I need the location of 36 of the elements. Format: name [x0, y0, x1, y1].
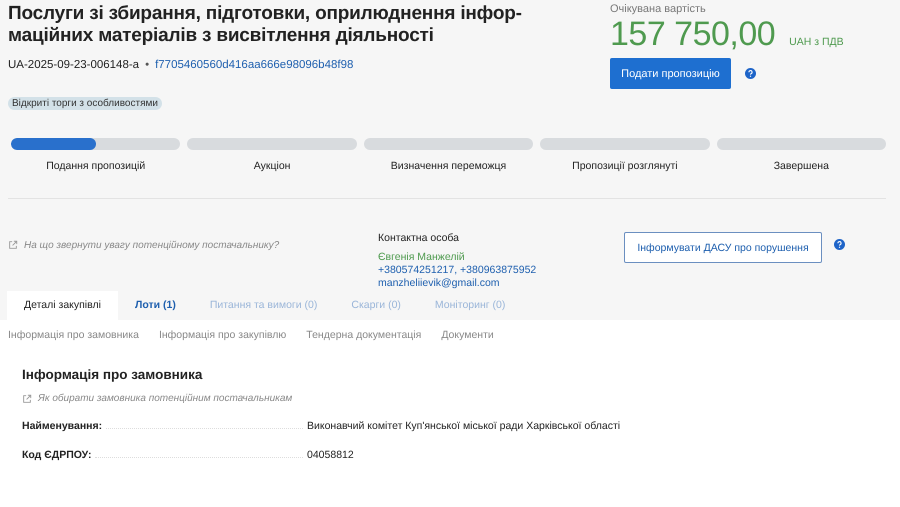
field-label: Код ЄДРПОУ:: [22, 449, 92, 461]
external-link-icon: [8, 240, 18, 250]
contact-heading: Контактна особа: [378, 232, 460, 245]
separator-dot: •: [145, 59, 150, 71]
customer-hint-link[interactable]: Як обирати замовника потенційним постачальникам: [38, 393, 292, 404]
hash-link[interactable]: f7705460560d416aa666e98096b48f98: [155, 59, 354, 71]
tender-title: Послуги зі збирання, підготовки, оприлюднення інфор- маційних матеріалів з висвітлення діяльності: [8, 3, 523, 47]
expected-amount: 157 750,00: [610, 15, 776, 54]
subnav-link[interactable]: Документи: [441, 329, 494, 341]
currency-label: UAH з ПДВ: [789, 36, 844, 48]
report-button[interactable]: Інформувати ДАСУ про порушення: [624, 232, 822, 263]
field-value: 04058812: [307, 449, 354, 461]
subnav-link[interactable]: Тендерна документація: [306, 329, 422, 341]
field-label: Найменування:: [22, 420, 102, 432]
subnav-link[interactable]: Інформація про закупівлю: [158, 329, 286, 341]
help-icon[interactable]: [745, 68, 756, 79]
contact-email[interactable]: manzheliievik@gmail.com: [378, 277, 624, 290]
tender-id: UA-2025-09-23-006148-a: [8, 59, 140, 71]
stage-label: Пропозиції розглянуті: [571, 160, 679, 172]
field-value: Виконавчий комітет Куп'янської міської ради Харківської області: [307, 420, 620, 432]
supplier-hint-link[interactable]: На що звернути увагу потенційному постачальнику?: [24, 240, 280, 250]
stage-label: Подання пропозицій: [45, 160, 146, 172]
contact-phones[interactable]: +380574251217, +380963875952: [378, 264, 624, 277]
tab[interactable]: Лоти (1): [118, 291, 193, 320]
stage-label: Завершена: [772, 160, 830, 172]
tab[interactable]: Деталі закупівлі: [7, 291, 118, 320]
submit-bid-button[interactable]: Подати пропозицію: [610, 58, 731, 89]
subnav-link[interactable]: Інформація про замовника: [8, 329, 139, 341]
contact-name: Євгенія Манжелій: [378, 251, 466, 264]
section-title: Інформація про замовника: [22, 367, 204, 382]
stage-label: Аукціон: [252, 160, 292, 172]
help-icon[interactable]: [834, 239, 845, 250]
stage-label: Визначення переможця: [390, 160, 508, 172]
value-label: Очікувана вартість: [610, 3, 707, 15]
procedure-badge: Відкриті торги з особливостями: [8, 97, 162, 110]
external-link-icon: [22, 394, 32, 404]
